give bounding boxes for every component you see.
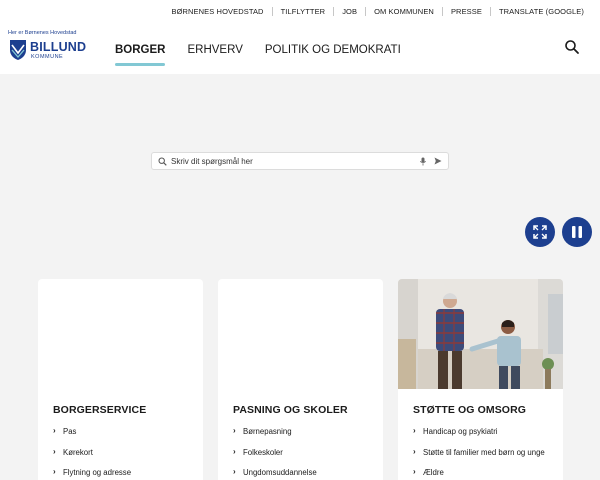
card-link-list: › Børnepasning › Folkeskoler › Ungdomsuddan… bbox=[233, 427, 317, 480]
card-borgerservice: BORGERSERVICE › Pas › Kørekort › Flytning o… bbox=[38, 279, 203, 480]
card-title[interactable]: BORGERSERVICE bbox=[53, 404, 146, 416]
nav-borger[interactable]: BORGER bbox=[115, 22, 166, 74]
utility-bar: BØRNENES HOVEDSTAD TILFLYTTER JOB OM KOM… bbox=[0, 0, 600, 22]
card-link-list: › Pas › Kørekort › Flytning og adresse bbox=[53, 427, 131, 480]
link-om-kommunen[interactable]: OM KOMMUNEN bbox=[365, 6, 442, 16]
card-link-label: Handicap og psykiatri bbox=[423, 427, 498, 436]
link-translate[interactable]: TRANSLATE (GOOGLE) bbox=[489, 6, 592, 16]
question-search-box bbox=[151, 152, 449, 170]
logo-name: BILLUND bbox=[30, 40, 87, 54]
card-link-label: Folkeskoler bbox=[243, 447, 283, 457]
chevron-right-icon: › bbox=[413, 426, 416, 435]
expand-icon bbox=[533, 225, 547, 239]
microphone-icon[interactable] bbox=[420, 157, 426, 166]
link-presse[interactable]: PRESSE bbox=[441, 6, 490, 16]
link-job[interactable]: JOB bbox=[333, 6, 365, 16]
nav-erhverv[interactable]: ERHVERV bbox=[187, 22, 242, 74]
main-header: Her er Børnenes Hovedstad BILLUND KOMMUN… bbox=[0, 22, 600, 74]
logo-sub: KOMMUNE bbox=[31, 54, 64, 60]
card-link-label: Flytning og adresse bbox=[63, 468, 132, 477]
chevron-right-icon: › bbox=[53, 446, 56, 456]
chevron-right-icon: › bbox=[233, 426, 236, 435]
card-title[interactable]: STØTTE OG OMSORG bbox=[413, 404, 526, 416]
card-link-list: › Handicap og psykiatri › Støtte til famil… bbox=[413, 427, 545, 480]
main-nav: BORGER ERHVERV POLITIK OG DEMOKRATI bbox=[115, 22, 423, 74]
logo-tagline: Her er Børnenes Hovedstad bbox=[8, 30, 77, 36]
question-input[interactable] bbox=[171, 153, 401, 169]
chevron-right-icon: › bbox=[413, 467, 416, 476]
chevron-right-icon: › bbox=[53, 467, 56, 476]
pause-icon bbox=[572, 226, 582, 238]
billund-logo[interactable]: Her er Børnenes Hovedstad BILLUND KOMMUN… bbox=[8, 30, 94, 66]
chevron-right-icon: › bbox=[413, 446, 416, 456]
chevron-right-icon: › bbox=[233, 446, 236, 456]
card-link[interactable]: › Folkeskoler bbox=[233, 446, 317, 469]
chevron-right-icon: › bbox=[53, 426, 56, 435]
search-icon bbox=[158, 157, 167, 166]
nav-politik-og-demokrati[interactable]: POLITIK OG DEMOKRATI bbox=[265, 22, 401, 74]
card-link-label: Børnepasning bbox=[243, 427, 292, 436]
card-link[interactable]: › Børnepasning bbox=[233, 427, 317, 448]
card-link[interactable]: › Ungdomsuddannelse bbox=[233, 468, 317, 480]
link-bornenes-hovedstad[interactable]: BØRNENES HOVEDSTAD bbox=[163, 7, 271, 16]
card-link[interactable]: › Flytning og adresse bbox=[53, 468, 131, 480]
card-link[interactable]: › Handicap og psykiatri bbox=[413, 427, 545, 448]
pause-button[interactable] bbox=[562, 217, 592, 247]
utility-links: BØRNENES HOVEDSTAD TILFLYTTER JOB OM KOM… bbox=[163, 0, 592, 22]
card-link[interactable]: › Kørekort bbox=[53, 446, 131, 469]
card-link-label: Støtte til familier med børn og unge bbox=[423, 447, 545, 457]
card-title[interactable]: PASNING OG SKOLER bbox=[233, 404, 348, 416]
card-photo bbox=[398, 279, 563, 389]
send-icon[interactable] bbox=[434, 157, 442, 165]
card-pasning-og-skoler: PASNING OG SKOLER › Børnepasning › Folkesk… bbox=[218, 279, 383, 480]
search-icon[interactable] bbox=[564, 39, 580, 55]
card-stotte-og-omsorg: STØTTE OG OMSORG › Handicap og psykiatri … bbox=[398, 279, 563, 480]
card-link[interactable]: › Pas bbox=[53, 427, 131, 448]
card-link-label: Pas bbox=[63, 427, 77, 436]
card-link-label: Ungdomsuddannelse bbox=[243, 468, 317, 477]
card-link[interactable]: › Støtte til familier med børn og unge bbox=[413, 446, 545, 469]
shield-logo-icon bbox=[10, 40, 26, 60]
chevron-right-icon: › bbox=[233, 467, 236, 476]
card-link-label: Ældre bbox=[423, 468, 444, 477]
card-link[interactable]: › Ældre bbox=[413, 468, 545, 480]
expand-button[interactable] bbox=[525, 217, 555, 247]
link-tilflytter[interactable]: TILFLYTTER bbox=[271, 6, 334, 16]
card-link-label: Kørekort bbox=[63, 447, 93, 457]
